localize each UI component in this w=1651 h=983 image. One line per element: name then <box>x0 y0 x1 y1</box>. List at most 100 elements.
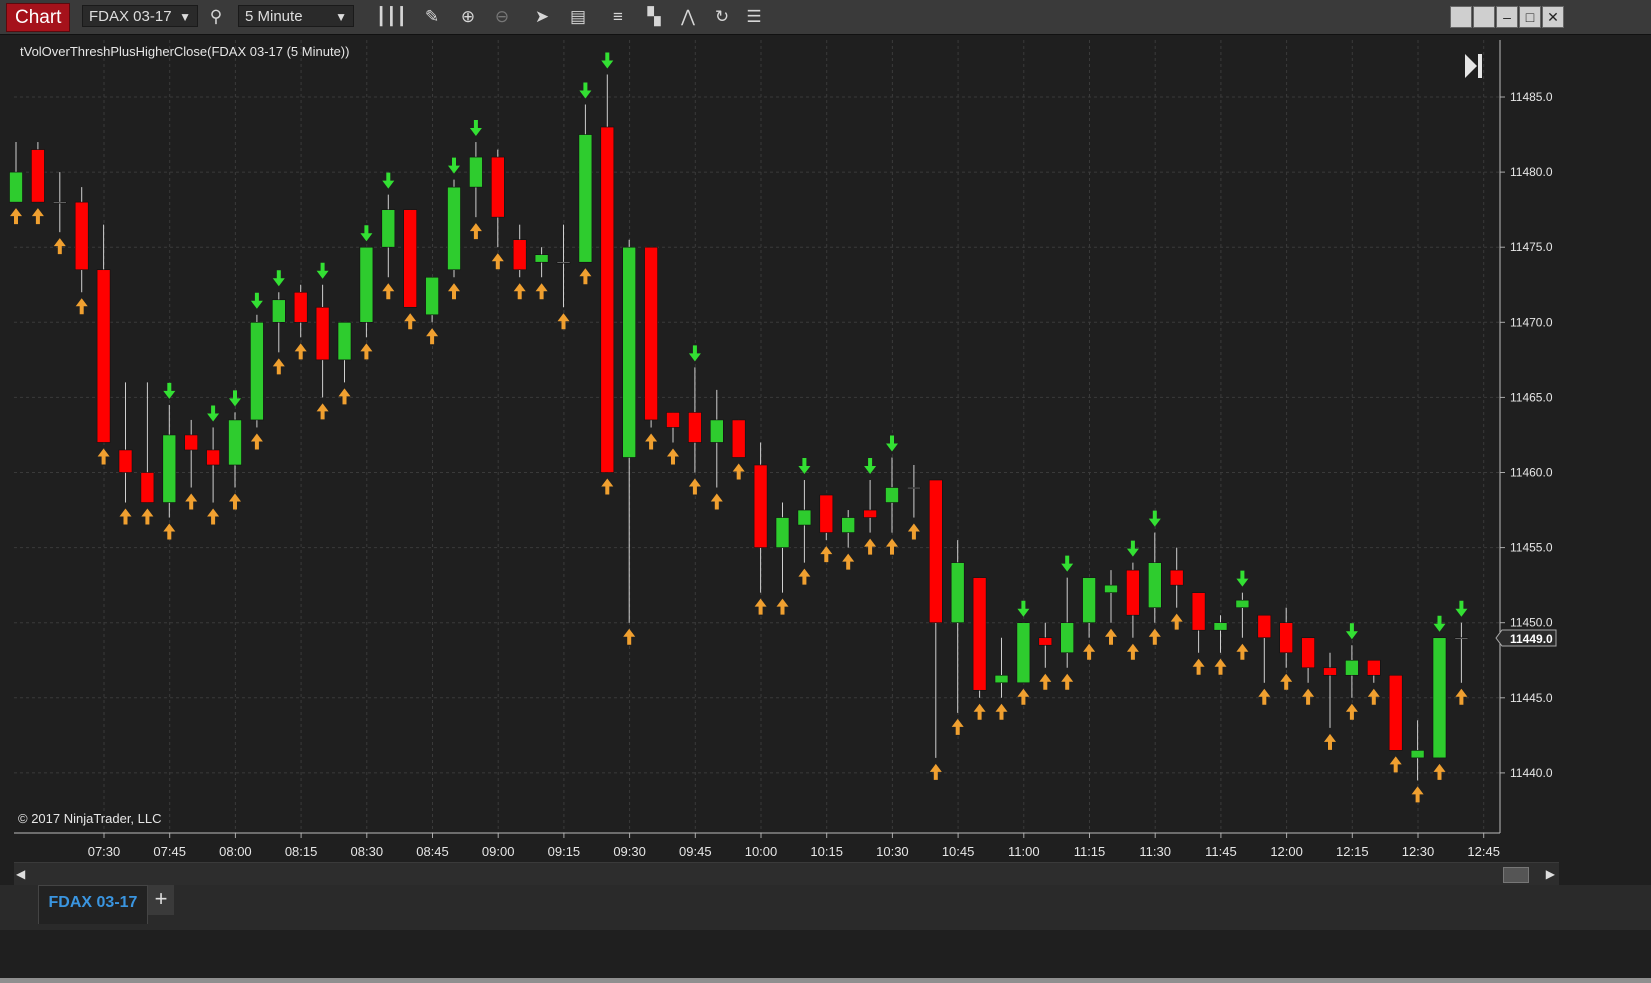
candle-body <box>863 509 877 518</box>
candle-body <box>644 246 658 421</box>
candle-body <box>96 269 111 443</box>
x-tick-label: 07:45 <box>153 844 186 859</box>
candle-body <box>556 261 571 264</box>
buy-signal-arrow <box>776 598 789 615</box>
candle-body <box>31 149 45 203</box>
y-tick-label: 11440.0 <box>1510 766 1553 780</box>
scroll-thumb[interactable] <box>1503 867 1529 883</box>
candle-body <box>1279 622 1293 654</box>
candles <box>9 74 1469 781</box>
buy-signal-arrow <box>601 478 614 495</box>
buy-signal-arrow <box>141 508 154 525</box>
buy-signal-arrow <box>645 433 658 450</box>
copyright-label: © 2017 NinjaTrader, LLC <box>18 811 162 826</box>
buy-signal-arrow <box>119 508 132 525</box>
buy-signal-arrow <box>864 538 877 555</box>
buy-signal-arrow <box>579 268 592 285</box>
candle-body <box>184 434 198 451</box>
candle-body <box>359 246 374 323</box>
scroll-right-icon[interactable]: ▶ <box>1546 867 1555 881</box>
y-tick-label: 11485.0 <box>1510 90 1553 104</box>
buy-signal-arrow <box>710 493 723 510</box>
buy-signal-arrow <box>250 433 263 450</box>
buy-signal-arrow <box>10 208 22 225</box>
add-tab-button[interactable]: + <box>148 885 174 915</box>
sell-signal-arrow <box>207 405 220 422</box>
x-tick-label: 11:15 <box>1074 844 1106 859</box>
y-tick-label: 11455.0 <box>1510 541 1553 555</box>
buy-signal-arrow <box>163 523 176 540</box>
buy-signal-arrow <box>1433 763 1446 780</box>
candle-body <box>162 434 177 503</box>
chart-window: Chart FDAX 03-17 ▼ ⚲ 5 Minute ▼ ┃┃┃ ✎ ⊕ … <box>0 0 1651 978</box>
candle-body <box>315 306 330 361</box>
buy-signal-arrow <box>426 328 439 345</box>
price-chart[interactable]: 11485.0 11480.0 11475.0 11470.0 11465.0 11460… <box>0 0 1651 862</box>
buy-signal-arrow <box>1214 658 1227 675</box>
candle-body <box>1082 577 1096 624</box>
sell-signal-arrow <box>448 157 460 174</box>
candle-body <box>1432 637 1447 759</box>
y-tick-label: 11480.0 <box>1510 165 1553 179</box>
buy-signal-arrow <box>1280 673 1293 690</box>
x-tick-label: 10:15 <box>810 844 843 859</box>
sell-signal-arrow <box>864 458 877 475</box>
buy-signal-arrow <box>1455 688 1468 705</box>
jump-to-end-icon[interactable] <box>1463 52 1485 80</box>
buy-signal-arrow <box>272 358 285 375</box>
candle-body <box>1235 599 1250 608</box>
y-tick-label: 11450.0 <box>1510 616 1553 630</box>
buy-signal-arrow <box>1126 643 1139 660</box>
candle-body <box>140 472 155 503</box>
sell-signal-arrow <box>1345 623 1358 640</box>
sell-signal-arrow <box>688 345 701 362</box>
candle-body <box>709 419 724 443</box>
sell-signal-arrow <box>579 82 592 99</box>
y-tick-label: 11465.0 <box>1510 390 1553 404</box>
sell-signal-arrow <box>316 262 329 279</box>
sell-signal-arrow <box>250 292 263 309</box>
candle-body <box>425 276 439 316</box>
candle-body <box>1388 674 1403 751</box>
buy-signal-arrow <box>1148 628 1161 645</box>
y-tick-label: 11460.0 <box>1510 466 1553 480</box>
candle-body <box>271 299 286 323</box>
buy-signal-arrow <box>1324 733 1336 750</box>
buy-signal-arrow <box>316 403 329 420</box>
scroll-left-icon[interactable]: ◀ <box>16 867 25 881</box>
sell-signal-arrow <box>272 270 285 287</box>
candle-body <box>885 487 899 503</box>
buy-signal-arrow <box>929 763 942 780</box>
buy-signal-arrow <box>1411 786 1424 803</box>
buy-signal-arrow <box>1345 703 1358 720</box>
candle-body <box>666 412 680 428</box>
candle-body <box>841 517 856 533</box>
candle-body <box>1257 614 1272 639</box>
sell-signal-arrow <box>1061 555 1074 572</box>
buy-signal-arrow <box>688 478 701 495</box>
buy-signal-arrow <box>491 253 504 270</box>
buy-signal-arrow <box>995 703 1008 720</box>
buy-signal-arrow <box>1389 756 1402 773</box>
candle-body <box>1060 622 1074 654</box>
buy-signal-arrow <box>338 388 351 405</box>
buy-signal-arrow <box>97 448 110 465</box>
last-price-label: 11449.0 <box>1510 632 1553 646</box>
horizontal-scrollbar[interactable]: ◀ ▶ <box>14 862 1559 885</box>
candle-body <box>74 201 89 271</box>
candle-body <box>753 464 768 548</box>
buy-signal-arrow <box>404 313 417 330</box>
buy-signal-arrow <box>1017 688 1030 705</box>
x-tick-label: 09:30 <box>613 844 646 859</box>
sell-signal-arrow <box>360 225 373 242</box>
buy-signal-arrow <box>1258 688 1271 705</box>
last-price-marker: 11449.0 <box>1495 629 1557 647</box>
candle-body <box>972 577 987 691</box>
buy-signal-arrow <box>1236 643 1249 660</box>
buy-signal-arrow <box>798 568 811 585</box>
buy-signal-arrow <box>1170 613 1183 630</box>
buy-signal-arrow <box>229 493 241 510</box>
tab-fdax[interactable]: FDAX 03-17 <box>38 885 148 924</box>
candle-body <box>206 449 220 466</box>
candle-body <box>928 479 943 624</box>
